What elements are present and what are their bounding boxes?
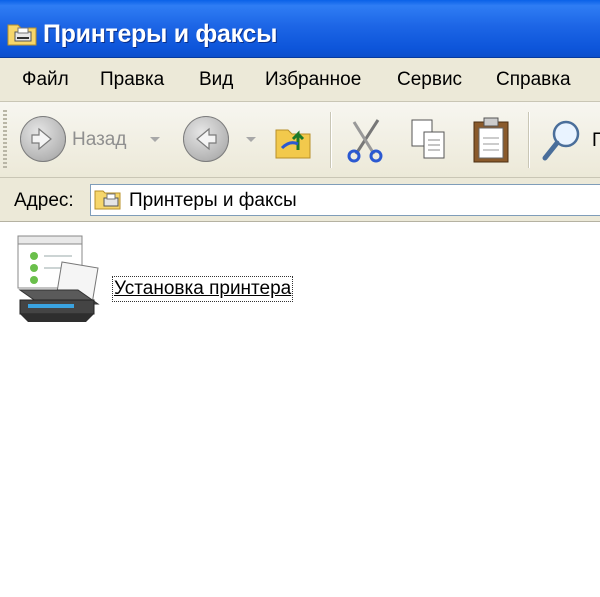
back-label: Назад (72, 129, 127, 150)
explorer-window: Принтеры и факсы Файл Правка Вид Избранн… (0, 0, 600, 597)
back-arrow-icon (20, 116, 66, 162)
standard-toolbar: Назад П (0, 102, 600, 178)
menu-file[interactable]: Файл (22, 69, 69, 91)
forward-button[interactable] (183, 116, 229, 164)
address-field[interactable]: Принтеры и факсы (90, 184, 600, 216)
back-dropdown-arrow[interactable] (150, 137, 160, 142)
forward-dropdown-arrow[interactable] (246, 137, 256, 142)
clipboard-icon (473, 117, 509, 163)
paste-button[interactable] (470, 116, 514, 164)
search-icon (542, 120, 580, 161)
menu-tools[interactable]: Сервис (397, 69, 462, 91)
copy-button[interactable] (408, 116, 452, 164)
search-button[interactable] (540, 116, 584, 164)
address-bar: Адрес: Принтеры и факсы (0, 178, 600, 222)
add-printer-icon (17, 235, 100, 322)
add-printer-label: Установка принтера (111, 276, 294, 302)
toolbar-grip[interactable] (3, 110, 7, 170)
forward-arrow-icon (183, 116, 229, 162)
printers-folder-icon (94, 190, 121, 210)
menu-view[interactable]: Вид (199, 69, 233, 91)
cut-button[interactable] (344, 116, 388, 164)
menu-favorites[interactable]: Избранное (265, 69, 361, 91)
address-label: Адрес: (14, 190, 74, 211)
copy-icon (411, 119, 445, 159)
content-area: Установка принтера (0, 222, 600, 597)
menu-help[interactable]: Справка (496, 69, 571, 91)
title-bar[interactable]: Принтеры и факсы (0, 0, 600, 58)
menu-bar: Файл Правка Вид Избранное Сервис Справка (0, 58, 600, 102)
add-printer-item[interactable]: Установка принтера (14, 234, 334, 324)
printer-folder-icon (7, 24, 37, 46)
back-button[interactable]: Назад (20, 116, 170, 164)
menu-edit[interactable]: Правка (100, 69, 164, 91)
search-label: П (592, 130, 600, 151)
scissors-icon (347, 119, 383, 163)
toolbar-separator (528, 112, 530, 168)
address-value: Принтеры и факсы (129, 190, 297, 211)
toolbar-separator (330, 112, 332, 168)
folder-up-icon (275, 129, 311, 159)
up-folder-button[interactable] (272, 116, 316, 164)
window-title: Принтеры и факсы (43, 20, 278, 48)
